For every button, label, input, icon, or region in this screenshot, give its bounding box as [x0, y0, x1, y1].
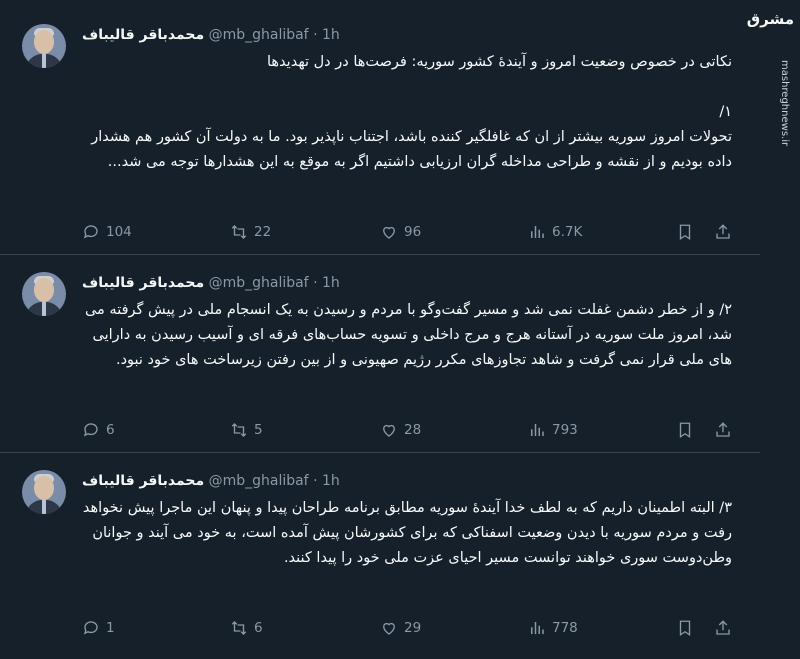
views-icon: [531, 424, 544, 436]
author-handle[interactable]: @mb_ghalibaf: [209, 27, 309, 43]
share-icon: [716, 422, 730, 437]
views-button[interactable]: 793: [528, 418, 578, 442]
author-name[interactable]: محمدباقر قالیباف: [82, 473, 204, 489]
tweet-actions: 6 5 28 793: [82, 418, 732, 442]
bookmark-button[interactable]: [676, 418, 700, 442]
like-button[interactable]: 29: [380, 616, 421, 640]
like-count: 28: [404, 422, 422, 438]
brand-logo: مشرق: [746, 10, 794, 28]
tweet-actions: 104 22 96 6.7K: [82, 220, 732, 244]
bookmark-button[interactable]: [676, 220, 700, 244]
repost-icon: [231, 621, 247, 635]
reply-icon: [83, 225, 98, 239]
share-button[interactable]: [714, 418, 738, 442]
site-url: mashreghnews.ir: [779, 60, 790, 147]
avatar[interactable]: [22, 272, 66, 316]
bookmark-icon: [679, 422, 691, 439]
heart-icon: [383, 226, 395, 239]
repost-count: 22: [254, 224, 272, 240]
tweet-header: محمدباقر قالیباف @mb_ghalibaf · 1h: [82, 24, 340, 46]
tweet-text: نکاتی در خصوص وضعیت امروز و آیندهٔ کشور …: [91, 54, 732, 170]
views-button[interactable]: 778: [528, 616, 578, 640]
like-button[interactable]: 28: [380, 418, 421, 442]
share-button[interactable]: [714, 220, 738, 244]
avatar[interactable]: [22, 24, 66, 68]
repost-count: 5: [254, 422, 263, 438]
reply-count: 6: [106, 422, 115, 438]
share-icon: [716, 620, 730, 635]
tweet-actions: 1 6 29 778: [82, 616, 732, 640]
author-name[interactable]: محمدباقر قالیباف: [82, 275, 204, 291]
reply-count: 104: [106, 224, 132, 240]
timestamp[interactable]: 1h: [322, 473, 340, 489]
reply-icon: [83, 621, 98, 635]
author-handle[interactable]: @mb_ghalibaf: [209, 473, 309, 489]
reply-count: 1: [106, 620, 115, 636]
heart-icon: [383, 424, 395, 437]
tweet-thread: محمدباقر قالیباف @mb_ghalibaf · 1h نکاتی…: [0, 0, 760, 659]
view-count: 778: [552, 620, 578, 636]
repost-button[interactable]: 5: [230, 418, 263, 442]
tweet-divider: [0, 452, 760, 453]
repost-icon: [231, 225, 247, 239]
tweet-header: محمدباقر قالیباف @mb_ghalibaf · 1h: [82, 470, 340, 492]
repost-button[interactable]: 6: [230, 616, 263, 640]
repost-button[interactable]: 22: [230, 220, 271, 244]
avatar[interactable]: [22, 470, 66, 514]
repost-count: 6: [254, 620, 263, 636]
tweet-text: ۳/ البته اطمینان داریم که به لطف خدا آین…: [82, 500, 732, 566]
reply-button[interactable]: 104: [82, 220, 132, 244]
reply-icon: [83, 423, 98, 437]
share-icon: [716, 224, 730, 239]
views-icon: [531, 226, 544, 238]
reply-button[interactable]: 1: [82, 616, 115, 640]
bookmark-icon: [679, 620, 691, 637]
tweet-header: محمدباقر قالیباف @mb_ghalibaf · 1h: [82, 272, 340, 294]
like-count: 29: [404, 620, 422, 636]
view-count: 793: [552, 422, 578, 438]
tweet-text: ۲/ و از خطر دشمن غفلت نمی شد و مسیر گفت‌…: [84, 302, 732, 368]
separator-dot: ·: [313, 473, 318, 489]
views-icon: [531, 622, 544, 634]
bookmark-icon: [679, 224, 691, 241]
author-name[interactable]: محمدباقر قالیباف: [82, 27, 204, 43]
separator-dot: ·: [313, 275, 318, 291]
bookmark-button[interactable]: [676, 616, 700, 640]
like-count: 96: [404, 224, 422, 240]
reply-button[interactable]: 6: [82, 418, 115, 442]
view-count: 6.7K: [552, 224, 583, 240]
views-button[interactable]: 6.7K: [528, 220, 582, 244]
like-button[interactable]: 96: [380, 220, 421, 244]
watermark-strip: مشرق mashreghnews.ir: [747, 0, 800, 659]
tweet-divider: [0, 254, 760, 255]
timestamp[interactable]: 1h: [322, 275, 340, 291]
timestamp[interactable]: 1h: [322, 27, 340, 43]
heart-icon: [383, 622, 395, 635]
site-watermark: mashreghnews.ir: [772, 60, 792, 150]
repost-icon: [231, 423, 247, 437]
share-button[interactable]: [714, 616, 738, 640]
author-handle[interactable]: @mb_ghalibaf: [209, 275, 309, 291]
separator-dot: ·: [313, 27, 318, 43]
